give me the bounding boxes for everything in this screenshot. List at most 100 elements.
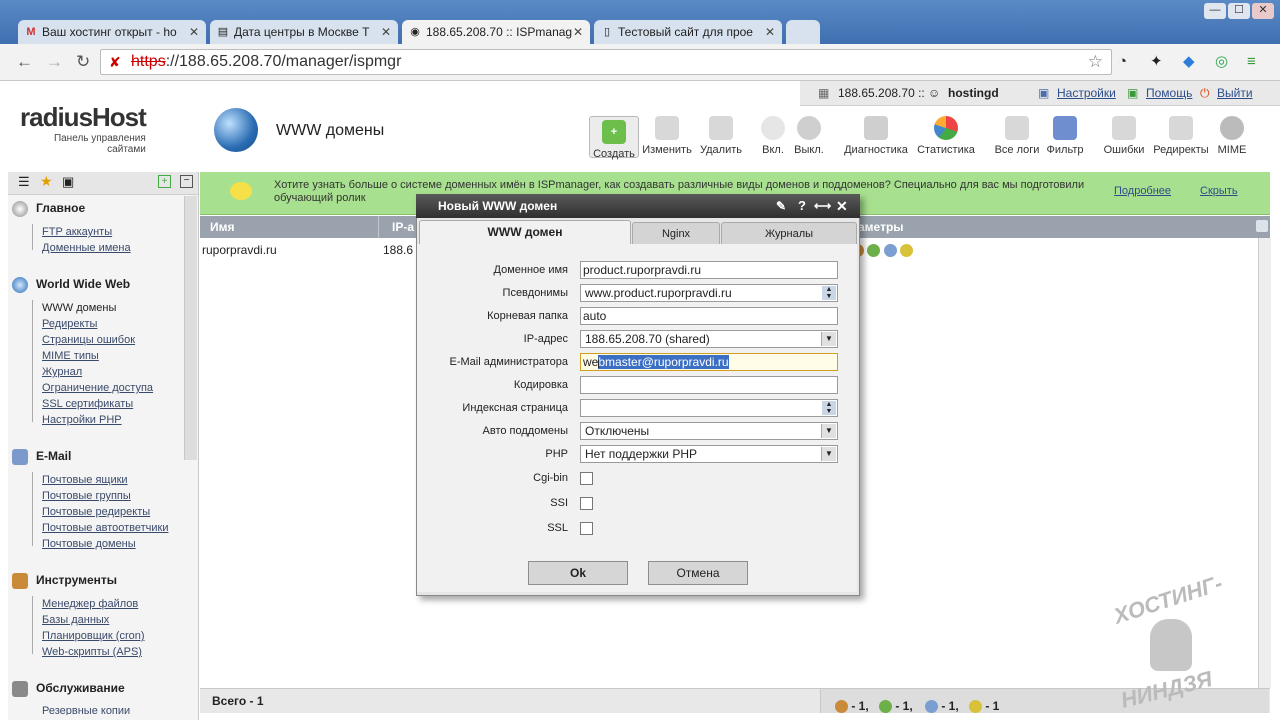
ip-select[interactable]: 188.65.208.70 (shared) ▼ — [580, 330, 838, 348]
sidebar-item-backups[interactable]: Резервные копии — [42, 705, 130, 715]
columns-settings-icon[interactable] — [1256, 220, 1268, 232]
resize-icon[interactable]: ⟷ — [814, 194, 831, 218]
menu-icon[interactable]: ≡ — [1247, 54, 1256, 70]
tab-www-domain[interactable]: WWW домен — [419, 220, 631, 245]
ssl-checkbox[interactable] — [580, 522, 593, 535]
spinner-icon[interactable]: ▲ ▼ — [822, 286, 836, 300]
url-input[interactable]: ✘ https://188.65.208.70/manager/ispmgr ☆ — [100, 49, 1112, 75]
expand-all-icon[interactable]: + — [158, 175, 171, 188]
delete-button[interactable]: Удалить — [698, 116, 744, 156]
clock-extension-icon[interactable]: ◔ — [1118, 54, 1127, 70]
all-logs-button[interactable]: Все логи — [994, 116, 1040, 156]
ssi-checkbox[interactable] — [580, 497, 593, 510]
col-name[interactable]: Имя — [210, 216, 235, 238]
sidebar-item-mailboxes[interactable]: Почтовые ящики — [42, 474, 128, 486]
admin-email-input[interactable]: webmaster@ruporpravdi.ru — [580, 353, 838, 371]
close-icon[interactable]: ✕ — [573, 20, 583, 44]
sidebar-item-cron[interactable]: Планировщик (cron) — [42, 630, 145, 642]
sidebar-item-domains[interactable]: Доменные имена — [42, 242, 131, 254]
help-link[interactable]: Помощь — [1146, 81, 1192, 105]
sidebar-item-journal[interactable]: Журнал — [42, 366, 82, 378]
sidebar-group-email[interactable]: E-Mail — [12, 449, 71, 465]
sidebar-item-ftp[interactable]: FTP аккаунты — [42, 226, 112, 238]
sidebar-group-www[interactable]: World Wide Web — [12, 277, 130, 293]
cancel-button[interactable]: Отмена — [648, 561, 748, 585]
browser-tab-3[interactable]: ◉ 188.65.208.70 :: ISPmanag ✕ — [402, 20, 590, 44]
table-scrollbar[interactable] — [1258, 238, 1271, 688]
diagnostics-button[interactable]: Диагностика — [842, 116, 910, 156]
close-window-icon[interactable]: ✕ — [1252, 3, 1274, 19]
sidebar-item-mail-redirects[interactable]: Почтовые редиректы — [42, 506, 150, 518]
aliases-input[interactable]: www.product.ruporpravdi.ru ▲ ▼ — [580, 284, 838, 302]
logout-link[interactable]: Выйти — [1217, 81, 1253, 105]
sidebar-item-mail-groups[interactable]: Почтовые группы — [42, 490, 131, 502]
sidebar-item-error-pages[interactable]: Страницы ошибок — [42, 334, 135, 346]
sidebar-item-mime[interactable]: MIME типы — [42, 350, 99, 362]
sidebar-item-databases[interactable]: Базы данных — [42, 614, 109, 626]
banner-hide-link[interactable]: Скрыть — [1200, 185, 1238, 197]
ok-button[interactable]: Ok — [528, 561, 628, 585]
browser-tab-4[interactable]: ▯ Тестовый сайт для прое ✕ — [594, 20, 782, 44]
collapse-all-icon[interactable]: − — [180, 175, 193, 188]
statistics-button[interactable]: Статистика — [914, 116, 978, 156]
sidebar-item-ssl[interactable]: SSL сертификаты — [42, 398, 133, 410]
php-select[interactable]: Нет поддержки PHP ▼ — [580, 445, 838, 463]
tab-journals[interactable]: Журналы — [721, 222, 857, 245]
sidebar-group-main[interactable]: Главное — [12, 201, 85, 217]
auto-subdomains-select[interactable]: Отключены ▼ — [580, 422, 838, 440]
cgi-checkbox[interactable] — [580, 472, 593, 485]
sidebar-item-access[interactable]: Ограничение доступа — [42, 382, 153, 394]
help-icon[interactable]: ? — [798, 194, 806, 218]
sidebar-item-aps[interactable]: Web-скрипты (APS) — [42, 646, 142, 658]
sidebar-item-mail-domains[interactable]: Почтовые домены — [42, 538, 136, 550]
create-button[interactable]: + Создать — [589, 116, 639, 160]
sidebar-scrollbar[interactable] — [184, 196, 197, 460]
close-icon[interactable]: ✕ — [381, 20, 391, 44]
close-icon[interactable]: ✕ — [189, 20, 199, 44]
settings-link[interactable]: Настройки — [1057, 81, 1116, 105]
browser-tab-2[interactable]: ▤ Дата центры в Москве Т ✕ — [210, 20, 398, 44]
list-view-icon[interactable]: ☰ — [18, 174, 30, 190]
dialog-titlebar[interactable]: Новый WWW домен ✎ ? ⟷ ✕ — [416, 194, 860, 218]
back-arrow-icon[interactable]: ← — [16, 52, 33, 72]
forward-arrow-icon[interactable]: → — [46, 52, 63, 72]
sidebar-item-file-manager[interactable]: Менеджер файлов — [42, 598, 138, 610]
mime-button[interactable]: MIME — [1216, 116, 1248, 156]
disable-button[interactable]: Выкл. — [792, 116, 826, 156]
errors-button[interactable]: Ошибки — [1102, 116, 1146, 156]
new-tab-button[interactable] — [786, 20, 820, 44]
browser-tab-1[interactable]: M Ваш хостинг открыт - hо ✕ — [18, 20, 206, 44]
sidebar-item-php[interactable]: Настройки PHP — [42, 414, 122, 426]
spinner-icon[interactable]: ▲ ▼ — [822, 401, 836, 415]
col-params[interactable]: аметры — [858, 216, 904, 238]
chevron-down-icon[interactable]: ▼ — [821, 424, 836, 438]
banner-more-link[interactable]: Подробнее — [1114, 185, 1171, 197]
maximize-icon[interactable]: ☐ — [1228, 3, 1250, 19]
col-ip[interactable]: IP-а — [392, 216, 414, 238]
reload-icon[interactable]: ↻ — [76, 52, 90, 72]
chevron-down-icon[interactable]: ▼ — [821, 447, 836, 461]
sidebar-group-tools[interactable]: Инструменты — [12, 573, 117, 589]
close-icon[interactable]: ✕ — [765, 20, 775, 44]
sync-extension-icon[interactable]: ◎ — [1215, 54, 1228, 70]
edit-button[interactable]: Изменить — [642, 116, 692, 156]
index-page-input[interactable]: ▲ ▼ — [580, 399, 838, 417]
domain-name-input[interactable]: product.ruporpravdi.ru — [580, 261, 838, 279]
chevron-down-icon[interactable]: ▼ — [821, 332, 836, 346]
filter-button[interactable]: Фильтр — [1045, 116, 1085, 156]
favorites-star-icon[interactable]: ★ — [40, 173, 53, 190]
sidebar-item-redirects[interactable]: Редиректы — [42, 318, 97, 330]
enable-button[interactable]: Вкл. — [758, 116, 788, 156]
sidebar-group-maintenance[interactable]: Обслуживание — [12, 681, 125, 697]
close-icon[interactable]: ✕ — [836, 194, 848, 218]
puzzle-extension-icon[interactable]: ✦ — [1150, 54, 1163, 70]
sidebar-item-www-domains[interactable]: WWW домены — [42, 302, 116, 314]
bookmark-star-icon[interactable]: ☆ — [1088, 50, 1103, 74]
root-folder-input[interactable]: auto — [580, 307, 838, 325]
tab-nginx[interactable]: Nginx — [632, 222, 720, 245]
minimize-icon[interactable]: — — [1204, 3, 1226, 19]
pin-icon[interactable]: ✎ — [776, 194, 786, 218]
briefcase-icon[interactable]: ▣ — [62, 174, 74, 190]
translate-extension-icon[interactable]: ◆ — [1183, 54, 1195, 70]
sidebar-item-autoresponders[interactable]: Почтовые автоответчики — [42, 522, 168, 534]
